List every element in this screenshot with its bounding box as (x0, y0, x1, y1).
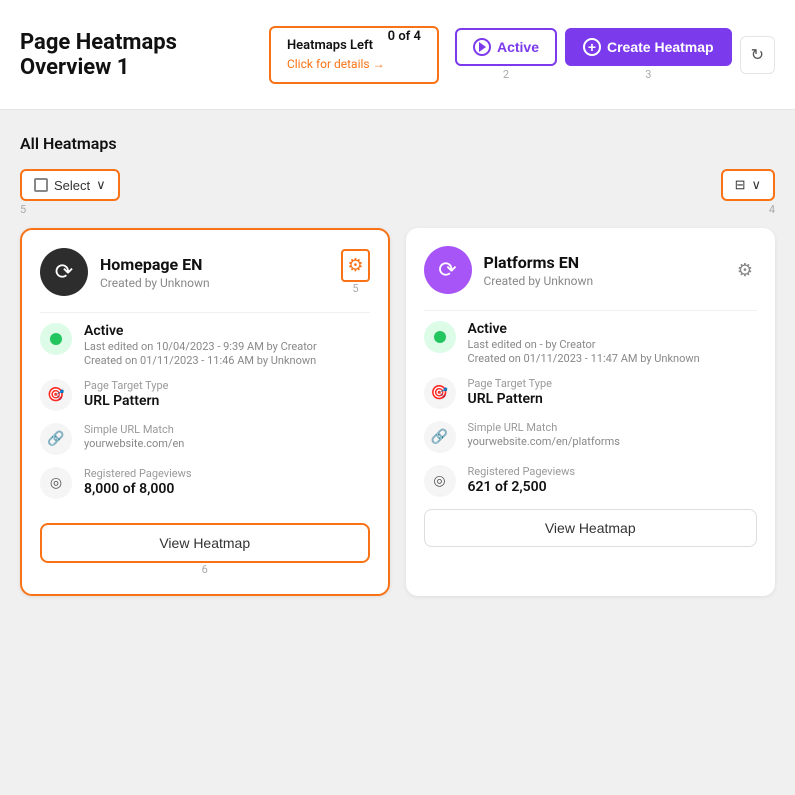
avatar-1: ⟳ (40, 248, 88, 296)
card-info-2: Platforms EN Created by Unknown (484, 253, 594, 288)
pageviews-info-2: Registered Pageviews 621 of 2,500 (468, 465, 576, 495)
active-button[interactable]: Active (455, 28, 557, 66)
view-badge-1: 6 (202, 563, 208, 576)
create-badge: 3 (645, 68, 651, 81)
avatar-2: ⟳ (424, 246, 472, 294)
target-row-2: 🎯 Page Target Type URL Pattern (424, 377, 758, 409)
heatmaps-left-label: Heatmaps Left (287, 38, 373, 53)
refresh-icon: ↻ (751, 47, 764, 64)
card-name-2: Platforms EN (484, 253, 594, 272)
heatmap-card-1: ⟳ Homepage EN Created by Unknown ⚙ 5 (20, 228, 390, 596)
url-label-1: Simple URL Match (84, 423, 184, 436)
filter-badge: 4 (769, 203, 775, 216)
heatmaps-left-link[interactable]: Click for details → (287, 57, 385, 71)
url-row-2: 🔗 Simple URL Match yourwebsite.com/en/pl… (424, 421, 758, 453)
filter-icon: ⊟ (735, 177, 746, 193)
chevron-down-icon: ∨ (96, 177, 106, 193)
heatmaps-left-box: Heatmaps Left 0 of 4 Click for details → (269, 26, 439, 84)
view-heatmap-button-2[interactable]: View Heatmap (424, 509, 758, 547)
status-icon-2 (424, 321, 456, 353)
heatmaps-grid: ⟳ Homepage EN Created by Unknown ⚙ 5 (20, 228, 775, 596)
status-dot-2 (434, 331, 446, 343)
card-created-2: Created by Unknown (484, 274, 594, 288)
create-button-label: Create Heatmap (607, 39, 714, 55)
top-bar: Page Heatmaps Overview 1 Heatmaps Left 0… (0, 0, 795, 110)
status-row-1: Active Last edited on 10/04/2023 - 9:39 … (40, 323, 370, 367)
filter-button[interactable]: ⊟ ∨ (721, 169, 775, 201)
toolbar: Select ∨ 5 ⊟ ∨ 4 (20, 169, 775, 216)
url-icon-1: 🔗 (40, 423, 72, 455)
url-value-1: yourwebsite.com/en (84, 437, 184, 450)
target-icon-2: 🎯 (424, 377, 456, 409)
settings-button-1[interactable]: ⚙ (341, 249, 369, 282)
status-value-1: Active (84, 323, 317, 339)
target-info-2: Page Target Type URL Pattern (468, 377, 552, 407)
status-icon-1 (40, 323, 72, 355)
status-row-2: Active Last edited on - by Creator Creat… (424, 321, 758, 365)
page-title: Page Heatmaps Overview 1 (20, 30, 253, 80)
card-info-1: Homepage EN Created by Unknown (100, 255, 210, 290)
create-heatmap-button[interactable]: + Create Heatmap (565, 28, 732, 66)
target-label-1: Page Target Type (84, 379, 168, 392)
last-edited-1: Last edited on 10/04/2023 - 9:39 AM by C… (84, 340, 317, 353)
target-label-2: Page Target Type (468, 377, 552, 390)
status-info-2: Active Last edited on - by Creator Creat… (468, 321, 700, 365)
refresh-button[interactable]: ↻ (740, 36, 775, 74)
target-value-2: URL Pattern (468, 391, 552, 407)
pageviews-info-1: Registered Pageviews 8,000 of 8,000 (84, 467, 192, 497)
status-dot-1 (50, 333, 62, 345)
url-icon-2: 🔗 (424, 421, 456, 453)
created-on-2: Created on 01/11/2023 - 11:47 AM by Unkn… (468, 352, 700, 365)
pageviews-row-1: ◎ Registered Pageviews 8,000 of 8,000 (40, 467, 370, 499)
pageviews-value-1: 8,000 of 8,000 (84, 481, 192, 497)
heatmaps-left-count: 0 of 4 (388, 29, 421, 44)
checkbox-icon (34, 178, 48, 192)
active-badge: 2 (503, 68, 509, 81)
chevron-down-icon-2: ∨ (751, 177, 761, 193)
plus-circle-icon: + (583, 38, 601, 56)
active-button-label: Active (497, 39, 539, 55)
url-label-2: Simple URL Match (468, 421, 621, 434)
select-badge: 5 (20, 203, 26, 216)
status-value-2: Active (468, 321, 700, 337)
main-content: All Heatmaps Select ∨ 5 ⊟ ∨ 4 ⟳ (0, 110, 795, 620)
target-icon-1: 🎯 (40, 379, 72, 411)
url-value-2: yourwebsite.com/en/platforms (468, 435, 621, 448)
created-on-1: Created on 01/11/2023 - 11:46 AM by Unkn… (84, 354, 317, 367)
target-value-1: URL Pattern (84, 393, 168, 409)
header-buttons: Active 2 + Create Heatmap 3 ↻ (455, 28, 775, 81)
heatmap-card-2: ⟳ Platforms EN Created by Unknown ⚙ Acti… (406, 228, 776, 596)
select-button[interactable]: Select ∨ (20, 169, 120, 201)
target-row-1: 🎯 Page Target Type URL Pattern (40, 379, 370, 411)
card-header-1: ⟳ Homepage EN Created by Unknown ⚙ 5 (40, 248, 370, 296)
pageviews-label-1: Registered Pageviews (84, 467, 192, 480)
status-info-1: Active Last edited on 10/04/2023 - 9:39 … (84, 323, 317, 367)
pageviews-icon-1: ◎ (40, 467, 72, 499)
pageviews-icon-2: ◎ (424, 465, 456, 497)
pageviews-value-2: 621 of 2,500 (468, 479, 576, 495)
url-row-1: 🔗 Simple URL Match yourwebsite.com/en (40, 423, 370, 455)
settings-button-2[interactable]: ⚙ (733, 256, 757, 285)
section-title: All Heatmaps (20, 134, 775, 153)
pageviews-label-2: Registered Pageviews (468, 465, 576, 478)
divider-2 (424, 310, 758, 311)
url-info-2: Simple URL Match yourwebsite.com/en/plat… (468, 421, 621, 448)
card-title-group-2: ⟳ Platforms EN Created by Unknown (424, 246, 594, 294)
select-label: Select (54, 178, 90, 193)
settings-badge-1: 5 (352, 282, 358, 295)
card-header-2: ⟳ Platforms EN Created by Unknown ⚙ (424, 246, 758, 294)
card-name-1: Homepage EN (100, 255, 210, 274)
play-icon (473, 38, 491, 56)
last-edited-2: Last edited on - by Creator (468, 338, 700, 351)
view-heatmap-button-1[interactable]: View Heatmap (40, 523, 370, 563)
card-title-group-1: ⟳ Homepage EN Created by Unknown (40, 248, 210, 296)
target-info-1: Page Target Type URL Pattern (84, 379, 168, 409)
card-created-1: Created by Unknown (100, 276, 210, 290)
url-info-1: Simple URL Match yourwebsite.com/en (84, 423, 184, 450)
divider-1 (40, 312, 370, 313)
pageviews-row-2: ◎ Registered Pageviews 621 of 2,500 (424, 465, 758, 497)
